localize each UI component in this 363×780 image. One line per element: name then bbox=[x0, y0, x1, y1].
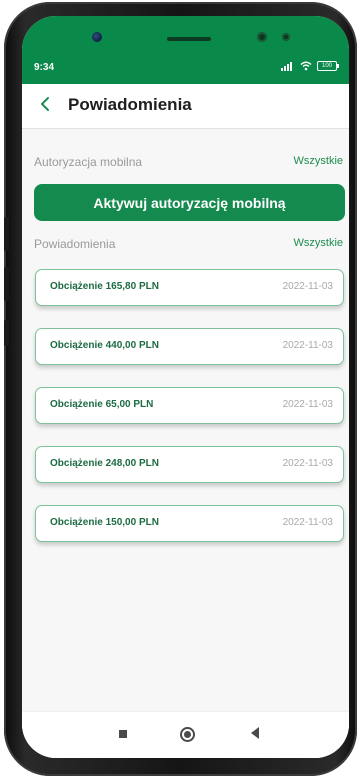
system-nav-bar bbox=[22, 711, 349, 758]
notification-date: 2022-11-03 bbox=[282, 458, 333, 469]
status-time: 9:34 bbox=[34, 62, 55, 73]
notifications-all-link[interactable]: Wszystkie bbox=[294, 237, 344, 249]
notification-title: Obciążenie 248,00 PLN bbox=[50, 458, 159, 469]
notification-item[interactable]: Obciążenie 65,00 PLN 2022-11-03 bbox=[35, 387, 344, 424]
back-triangle-icon[interactable] bbox=[251, 727, 259, 739]
signal-icon bbox=[281, 61, 292, 71]
notification-title: Obciążenie 65,00 PLN bbox=[50, 399, 154, 410]
notification-item[interactable]: Obciążenie 440,00 PLN 2022-11-03 bbox=[35, 328, 344, 365]
status-icons: 100 bbox=[281, 61, 339, 71]
proximity-sensor-icon bbox=[257, 32, 267, 42]
phone-frame: 9:34 100 Powiadomienia Autoryzacja mobil… bbox=[4, 2, 357, 776]
notification-title: Obciążenie 150,00 PLN bbox=[50, 517, 159, 528]
wifi-icon bbox=[300, 61, 312, 71]
notification-title: Obciążenie 165,80 PLN bbox=[50, 281, 159, 292]
phone-screen: 9:34 100 Powiadomienia Autoryzacja mobil… bbox=[22, 16, 349, 758]
app-header: Powiadomienia bbox=[22, 84, 349, 129]
mobile-auth-all-link[interactable]: Wszystkie bbox=[294, 155, 344, 167]
chevron-left-icon[interactable] bbox=[36, 94, 56, 114]
notification-item[interactable]: Obciążenie 165,80 PLN 2022-11-03 bbox=[35, 269, 344, 306]
light-sensor-icon bbox=[282, 33, 290, 41]
mobile-auth-section-header: Autoryzacja mobilna Wszystkie bbox=[22, 152, 349, 172]
battery-icon: 100 bbox=[317, 61, 339, 71]
power-button bbox=[4, 320, 9, 346]
notifications-label: Powiadomienia bbox=[34, 237, 116, 251]
notification-date: 2022-11-03 bbox=[282, 340, 333, 351]
earpiece-speaker bbox=[167, 37, 211, 41]
notification-item[interactable]: Obciążenie 248,00 PLN 2022-11-03 bbox=[35, 446, 344, 483]
notification-date: 2022-11-03 bbox=[282, 517, 333, 528]
notifications-section-header: Powiadomienia Wszystkie bbox=[22, 234, 349, 254]
square-icon[interactable] bbox=[119, 730, 127, 738]
main-content: Autoryzacja mobilna Wszystkie Aktywuj au… bbox=[22, 129, 349, 758]
mobile-auth-label: Autoryzacja mobilna bbox=[34, 155, 143, 169]
home-circle-icon[interactable] bbox=[180, 727, 195, 742]
notification-date: 2022-11-03 bbox=[282, 399, 333, 410]
volume-up-button bbox=[4, 217, 9, 251]
notification-item[interactable]: Obciążenie 150,00 PLN 2022-11-03 bbox=[35, 505, 344, 542]
notification-title: Obciążenie 440,00 PLN bbox=[50, 340, 159, 351]
front-camera-icon bbox=[92, 32, 102, 42]
page-title: Powiadomienia bbox=[68, 95, 192, 114]
volume-down-button bbox=[4, 267, 9, 301]
battery-label: 100 bbox=[321, 63, 332, 69]
status-bar: 9:34 100 bbox=[22, 16, 349, 84]
activate-mobile-auth-button[interactable]: Aktywuj autoryzację mobilną bbox=[34, 184, 345, 221]
notification-date: 2022-11-03 bbox=[282, 281, 333, 292]
